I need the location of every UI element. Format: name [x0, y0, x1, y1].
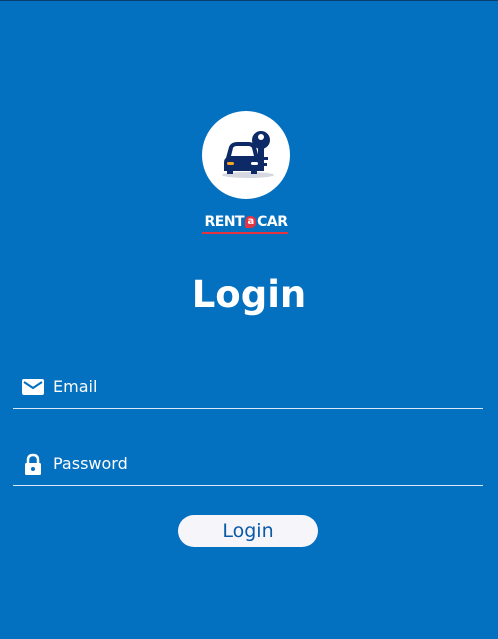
email-input[interactable] — [53, 372, 473, 400]
brand-car: CAR — [257, 214, 288, 230]
car-key-icon — [222, 131, 274, 178]
password-field[interactable] — [13, 441, 483, 486]
login-screen: RENTaCAR Login Login — [0, 0, 498, 639]
email-field[interactable] — [13, 364, 483, 409]
login-button[interactable]: Login — [178, 515, 318, 547]
password-input[interactable] — [53, 449, 473, 477]
lock-icon — [22, 453, 44, 475]
page-title: Login — [191, 273, 307, 316]
brand-rent: RENT — [204, 214, 245, 230]
app-logo — [202, 111, 290, 199]
brand-a-pin: a — [245, 216, 257, 228]
brand-wordmark: RENT a CAR — [198, 212, 294, 234]
mail-icon — [22, 376, 44, 398]
brand-underline — [202, 232, 288, 234]
